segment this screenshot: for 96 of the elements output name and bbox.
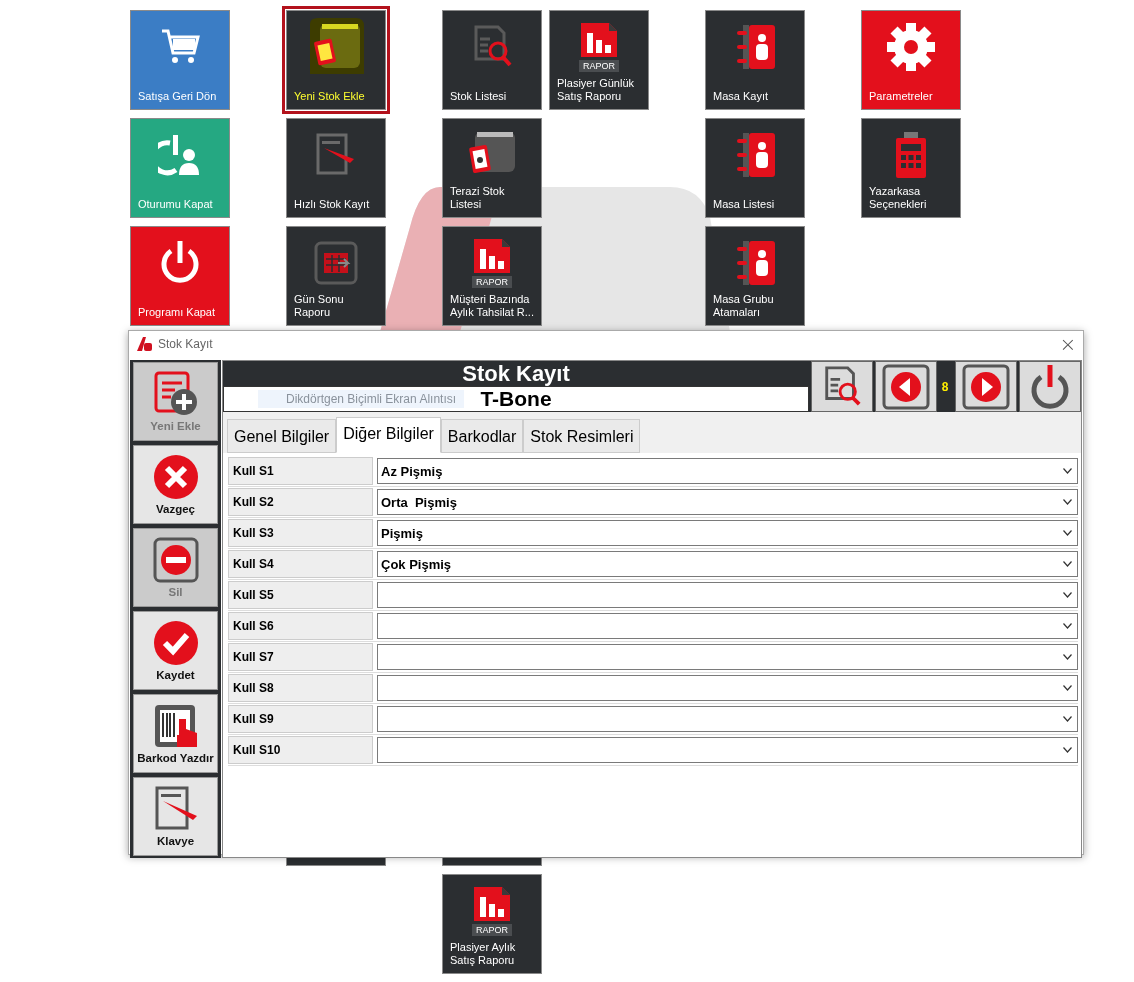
field-label: Kull S5	[228, 581, 373, 609]
settings-icon	[887, 23, 935, 71]
field-label: Kull S9	[228, 705, 373, 733]
dropdown[interactable]	[377, 737, 1078, 763]
menu-tile[interactable]: Parametreler	[861, 10, 961, 110]
menu-tile[interactable]: RAPOR Müşteri Bazında Aylık Tahsilat R...	[442, 226, 542, 326]
dropdown[interactable]: Orta Pişmiş	[377, 489, 1078, 515]
menu-tile[interactable]: Masa Kayıt	[705, 10, 805, 110]
chevron-down-icon	[1063, 499, 1072, 505]
delete-icon	[152, 537, 199, 583]
tile-label: Yeni Stok Ekle	[294, 89, 366, 103]
report-chart-icon	[474, 886, 510, 921]
dropdown[interactable]	[377, 675, 1078, 701]
next-button[interactable]	[955, 361, 1017, 412]
tab[interactable]: Barkodlar	[440, 419, 524, 453]
field-label: Kull S4	[228, 550, 373, 578]
sidebar-button[interactable]: Kaydet	[133, 611, 218, 690]
sidebar-button[interactable]: Klavye	[133, 777, 218, 856]
app-logo-icon	[137, 337, 153, 351]
field-label: Kull S3	[228, 519, 373, 547]
tab[interactable]: Genel Bilgiler	[227, 419, 337, 453]
tile-label: Masa Listesi	[713, 197, 776, 211]
tab[interactable]: Diğer Bilgiler	[336, 417, 441, 453]
power-icon	[1029, 364, 1071, 409]
menu-tile[interactable]: Gün Sonu Raporu	[286, 226, 386, 326]
menu-tile[interactable]: Masa Listesi	[705, 118, 805, 218]
menu-tile[interactable]: RAPOR Plasiyer Aylık Satış Raporu	[442, 874, 542, 974]
menu-tile[interactable]: Masa Grubu Atamaları	[705, 226, 805, 326]
overlay-hint: Dikdörtgen Biçimli Ekran Alıntısı	[258, 390, 465, 408]
field-label: Kull S6	[228, 612, 373, 640]
add-list-icon	[152, 371, 199, 417]
form-heading: Stok Kayıt	[462, 362, 570, 386]
report-chart-icon	[474, 238, 510, 273]
tile-label: Programı Kapat	[138, 305, 217, 319]
tile-label: Gün Sonu Raporu	[294, 293, 345, 319]
tile-label: Masa Kayıt	[713, 89, 770, 103]
chevron-down-icon	[1063, 654, 1072, 660]
menu-tile[interactable]: Hızlı Stok Kayıt	[286, 118, 386, 218]
field-label: Kull S1	[228, 457, 373, 485]
tile-label: Masa Grubu Atamaları	[713, 293, 775, 319]
field-label: Kull S10	[228, 736, 373, 764]
report-badge: RAPOR	[472, 923, 512, 936]
chevron-down-icon	[1063, 685, 1072, 691]
dropdown[interactable]	[377, 706, 1078, 732]
calendar-icon	[314, 241, 358, 285]
tile-label: Satışa Geri Dön	[138, 89, 218, 103]
tile-label: Yazarkasa Seçenekleri	[869, 185, 928, 211]
tile-label: Plasiyer Aylık Satış Raporu	[450, 941, 517, 967]
power-user-icon	[158, 133, 202, 177]
close-button[interactable]: ×	[1053, 331, 1083, 357]
tile-label: Parametreler	[869, 89, 934, 103]
tile-label: Plasiyer Günlük Satış Raporu	[557, 77, 636, 103]
menu-tile[interactable]: RAPOR Plasiyer Günlük Satış Raporu	[549, 10, 649, 110]
tile-label: Oturumu Kapat	[138, 197, 214, 211]
field-label: Kull S2	[228, 488, 373, 516]
dropdown[interactable]: Az Pişmiş	[377, 458, 1078, 484]
dropdown[interactable]: Pişmiş	[377, 520, 1078, 546]
cancel-icon	[152, 454, 199, 500]
dropdown[interactable]: Çok Pişmiş	[377, 551, 1078, 577]
previous-button[interactable]	[875, 361, 937, 412]
power-icon	[159, 241, 201, 285]
chevron-down-icon	[1063, 561, 1072, 567]
chevron-down-icon	[1063, 747, 1072, 753]
chevron-down-icon	[1063, 468, 1072, 474]
dropdown[interactable]	[377, 582, 1078, 608]
report-badge: RAPOR	[579, 59, 619, 72]
chevron-down-icon	[1063, 716, 1072, 722]
tab[interactable]: Stok Resimleri	[523, 419, 641, 453]
dropdown[interactable]	[377, 644, 1078, 670]
chevron-down-icon	[1063, 592, 1072, 598]
sidebar-button[interactable]: Vazgeç	[133, 445, 218, 524]
item-name: T-Bone	[480, 387, 552, 411]
check-icon	[152, 620, 199, 666]
barcode-hand-icon	[152, 703, 199, 749]
power-button[interactable]	[1019, 361, 1081, 412]
menu-tile[interactable]: Yazarkasa Seçenekleri	[861, 118, 961, 218]
menu-tile[interactable]: Terazi Stok Listesi	[442, 118, 542, 218]
chevron-down-icon	[1063, 623, 1072, 629]
search-button[interactable]	[811, 361, 873, 412]
tile-label: Müşteri Bazında Aylık Tahsilat R...	[450, 293, 534, 319]
report-badge: RAPOR	[472, 275, 512, 288]
dropdown[interactable]	[377, 613, 1078, 639]
menu-tile[interactable]: Satışa Geri Dön	[130, 10, 230, 110]
tile-label: Hızlı Stok Kayıt	[294, 197, 371, 211]
record-counter: 8	[940, 378, 950, 396]
tile-label: Stok Listesi	[450, 89, 508, 103]
cash-register-icon	[894, 132, 928, 178]
report-chart-icon	[581, 22, 617, 57]
field-label: Kull S7	[228, 643, 373, 671]
window-title: Stok Kayıt	[158, 337, 214, 351]
field-label: Kull S8	[228, 674, 373, 702]
menu-tile[interactable]: Programı Kapat	[130, 226, 230, 326]
sidebar-button[interactable]: Barkod Yazdır	[133, 694, 218, 773]
tile-label: Terazi Stok Listesi	[450, 185, 506, 211]
chevron-down-icon	[1063, 530, 1072, 536]
menu-tile[interactable]: Stok Listesi	[442, 10, 542, 110]
